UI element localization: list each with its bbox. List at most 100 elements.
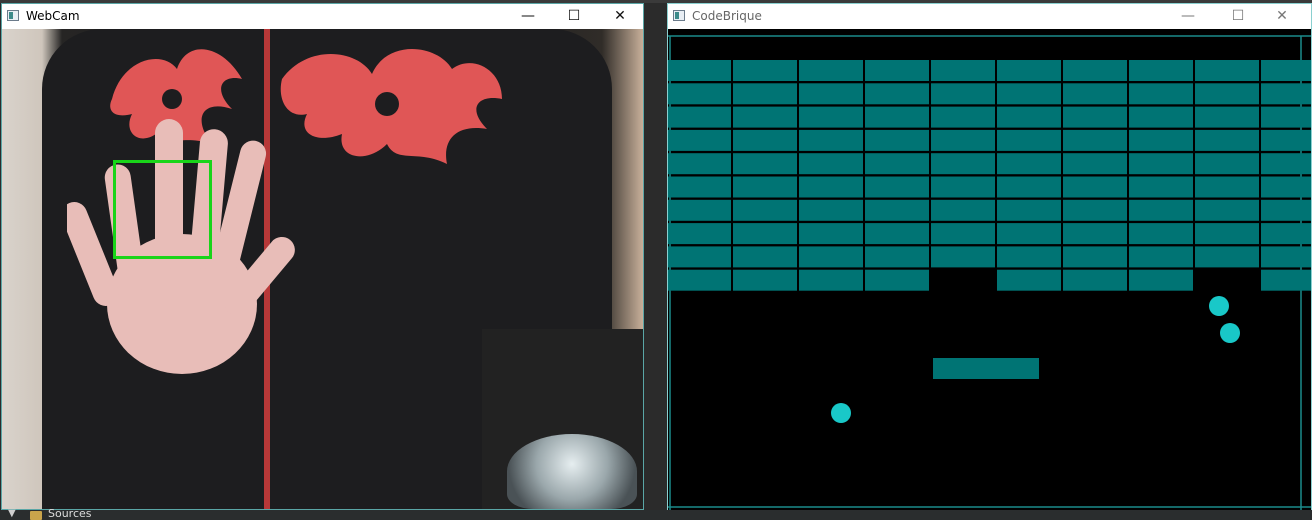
brick (1129, 176, 1193, 198)
brick (997, 269, 1061, 291)
game-canvas (668, 35, 1311, 518)
game-board[interactable] (668, 29, 1311, 518)
brick (931, 199, 995, 221)
brick (931, 153, 995, 175)
brick (1129, 269, 1193, 291)
brick (1261, 129, 1311, 151)
brick (668, 83, 731, 105)
webcam-window[interactable]: WebCam — ☐ ✕ (1, 3, 644, 510)
ball (1220, 323, 1240, 343)
app-window-icon (673, 10, 685, 21)
brick (733, 246, 797, 268)
game-window[interactable]: CodeBrique — ☐ ✕ (667, 3, 1312, 520)
brick-wall (668, 60, 1311, 291)
brick (865, 269, 929, 291)
brick (931, 176, 995, 198)
brick (1129, 223, 1193, 245)
brick (1195, 60, 1259, 81)
brick (668, 153, 731, 175)
brick (799, 83, 863, 105)
brick (668, 106, 731, 128)
ide-taskbar: ▼ Sources (0, 508, 1312, 520)
brick (865, 106, 929, 128)
brick (799, 199, 863, 221)
brick (931, 60, 995, 81)
brick (799, 269, 863, 291)
brick (1129, 246, 1193, 268)
brick (733, 153, 797, 175)
webcam-feed (2, 29, 643, 509)
brick (865, 129, 929, 151)
brick (1063, 199, 1127, 221)
ball (831, 403, 851, 423)
brick (668, 269, 731, 291)
chevron-down-icon[interactable]: ▼ (8, 508, 16, 519)
maximize-button[interactable]: ☐ (551, 4, 597, 29)
brick (1063, 176, 1127, 198)
webcam-titlebar[interactable]: WebCam — ☐ ✕ (2, 4, 643, 29)
close-button[interactable]: ✕ (1259, 4, 1305, 29)
brick (668, 223, 731, 245)
brick (1261, 246, 1311, 268)
brick (1063, 106, 1127, 128)
paddle[interactable] (933, 358, 1039, 379)
brick (733, 199, 797, 221)
brick (1129, 106, 1193, 128)
maximize-button[interactable]: ☐ (1215, 4, 1261, 29)
brick (931, 106, 995, 128)
brick (668, 246, 731, 268)
brick (1063, 83, 1127, 105)
brick (1195, 83, 1259, 105)
brick (668, 129, 731, 151)
brick (931, 246, 995, 268)
brick (1129, 199, 1193, 221)
brick (1129, 83, 1193, 105)
brick (1195, 176, 1259, 198)
brick (668, 199, 731, 221)
brick (1261, 153, 1311, 175)
brick (1129, 153, 1193, 175)
brick (997, 199, 1061, 221)
brick (997, 129, 1061, 151)
minimize-button[interactable]: — (505, 4, 551, 29)
brick (1195, 199, 1259, 221)
hoodie-pattern-right (280, 49, 502, 164)
brick (997, 60, 1061, 81)
folder-icon (30, 511, 42, 520)
brick (997, 176, 1061, 198)
brick (733, 176, 797, 198)
game-titlebar[interactable]: CodeBrique — ☐ ✕ (668, 4, 1311, 29)
brick (865, 199, 929, 221)
brick (733, 223, 797, 245)
brick (931, 129, 995, 151)
brick (668, 176, 731, 198)
game-title: CodeBrique (692, 9, 762, 23)
ball (1209, 296, 1229, 316)
brick (1195, 223, 1259, 245)
brick (1261, 223, 1311, 245)
brick (733, 60, 797, 81)
close-button[interactable]: ✕ (597, 4, 643, 29)
brick (799, 60, 863, 81)
sources-label[interactable]: Sources (48, 508, 92, 520)
brick (733, 269, 797, 291)
brick (865, 246, 929, 268)
brick (668, 60, 731, 81)
brick (1063, 60, 1127, 81)
brick (997, 83, 1061, 105)
brick (1129, 60, 1193, 81)
brick (1195, 129, 1259, 151)
brick (799, 246, 863, 268)
brick (1129, 129, 1193, 151)
brick (1195, 153, 1259, 175)
minimize-button[interactable]: — (1165, 4, 1211, 29)
brick (1261, 83, 1311, 105)
app-window-icon (7, 10, 19, 21)
brick (799, 153, 863, 175)
brick (1261, 60, 1311, 81)
brick (1261, 176, 1311, 198)
brick (931, 223, 995, 245)
game-client (668, 29, 1311, 519)
brick (865, 176, 929, 198)
brick (997, 246, 1061, 268)
